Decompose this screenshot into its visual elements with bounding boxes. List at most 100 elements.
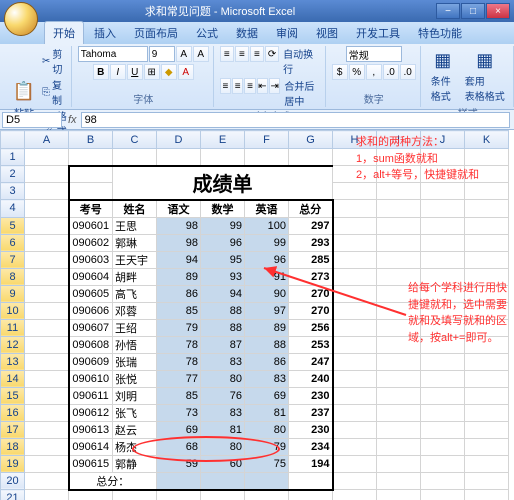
cell[interactable]: 68 [157, 438, 201, 455]
tab-dev[interactable]: 开发工具 [348, 22, 408, 44]
cell[interactable]: 96 [201, 234, 245, 251]
cell[interactable]: 090607 [69, 319, 113, 336]
cell[interactable]: 237 [289, 404, 333, 421]
cell[interactable]: 090615 [69, 455, 113, 472]
cell[interactable]: 256 [289, 319, 333, 336]
cell[interactable]: 85 [157, 302, 201, 319]
cell[interactable]: 99 [245, 234, 289, 251]
copy-button[interactable]: ⎘ 复制 [42, 77, 67, 107]
cell[interactable]: 83 [201, 353, 245, 370]
font-color-button[interactable]: A [178, 64, 194, 80]
cell[interactable]: 297 [289, 217, 333, 234]
cell[interactable]: 97 [245, 302, 289, 319]
cell[interactable]: 邓蓉 [113, 302, 157, 319]
col-header[interactable]: D [157, 131, 201, 149]
cell[interactable]: 090604 [69, 268, 113, 285]
col-header[interactable]: C [113, 131, 157, 149]
cell[interactable]: 60 [201, 455, 245, 472]
cell[interactable]: 270 [289, 285, 333, 302]
col-header[interactable]: B [69, 131, 113, 149]
italic-button[interactable]: I [110, 64, 126, 80]
cut-button[interactable]: ✂ 剪切 [42, 46, 67, 76]
cell[interactable]: 88 [201, 302, 245, 319]
tab-layout[interactable]: 页面布局 [126, 22, 186, 44]
cell[interactable]: 85 [157, 387, 201, 404]
cell[interactable]: 090606 [69, 302, 113, 319]
office-orb-button[interactable] [4, 2, 38, 36]
cell[interactable]: 253 [289, 336, 333, 353]
align-center-button[interactable]: ≡ [232, 78, 243, 94]
cell[interactable]: 91 [245, 268, 289, 285]
cell[interactable]: 247 [289, 353, 333, 370]
cell[interactable]: 090602 [69, 234, 113, 251]
cell[interactable]: 98 [157, 217, 201, 234]
cell[interactable]: 89 [245, 319, 289, 336]
cell[interactable]: 285 [289, 251, 333, 268]
font-size-select[interactable] [149, 46, 175, 62]
cell[interactable]: 75 [245, 455, 289, 472]
cell[interactable]: 77 [157, 370, 201, 387]
cell[interactable]: 090609 [69, 353, 113, 370]
align-top-button[interactable]: ≡ [220, 46, 234, 62]
font-name-select[interactable] [78, 46, 148, 62]
cell[interactable]: 81 [201, 421, 245, 438]
worksheet-grid[interactable]: ABCDEFGHIJK12成绩单34考号姓名语文数学英语总分5090601王思9… [0, 130, 514, 500]
cell[interactable]: 230 [289, 387, 333, 404]
tab-formulas[interactable]: 公式 [188, 22, 226, 44]
cell[interactable]: 240 [289, 370, 333, 387]
name-box[interactable] [2, 112, 62, 128]
cell[interactable]: 86 [157, 285, 201, 302]
cell[interactable]: 69 [157, 421, 201, 438]
cell[interactable]: 69 [245, 387, 289, 404]
cell[interactable]: 赵云 [113, 421, 157, 438]
cell[interactable]: 090611 [69, 387, 113, 404]
indent-dec-button[interactable]: ⇤ [257, 78, 268, 94]
cell[interactable]: 59 [157, 455, 201, 472]
cell[interactable]: 78 [157, 353, 201, 370]
cell[interactable]: 96 [245, 251, 289, 268]
shrink-font-button[interactable]: A [193, 46, 209, 62]
align-bot-button[interactable]: ≡ [250, 46, 264, 62]
col-header[interactable]: G [289, 131, 333, 149]
cell[interactable]: 090605 [69, 285, 113, 302]
comma-button[interactable]: , [366, 64, 382, 80]
cell[interactable]: 81 [245, 404, 289, 421]
cell[interactable]: 79 [245, 438, 289, 455]
indent-inc-button[interactable]: ⇥ [269, 78, 280, 94]
cell[interactable]: 刘明 [113, 387, 157, 404]
cell[interactable]: 090613 [69, 421, 113, 438]
cell[interactable]: 86 [245, 353, 289, 370]
cell[interactable]: 88 [245, 336, 289, 353]
border-button[interactable]: ⊞ [144, 64, 160, 80]
fx-icon[interactable]: fx [64, 114, 81, 126]
cell[interactable]: 273 [289, 268, 333, 285]
cell[interactable]: 高飞 [113, 285, 157, 302]
tab-view[interactable]: 视图 [308, 22, 346, 44]
cell[interactable]: 98 [157, 234, 201, 251]
cell[interactable]: 78 [157, 336, 201, 353]
wrap-button[interactable]: 自动换行 [280, 46, 321, 76]
table-format-button[interactable]: ▦套用 表格格式 [461, 46, 509, 105]
close-button[interactable]: × [486, 3, 510, 19]
cell[interactable]: 90 [245, 285, 289, 302]
col-header[interactable]: E [201, 131, 245, 149]
minimize-button[interactable]: − [436, 3, 460, 19]
number-format-select[interactable] [346, 46, 402, 62]
cell[interactable]: 80 [245, 421, 289, 438]
cell[interactable]: 杨杰 [113, 438, 157, 455]
currency-button[interactable]: $ [332, 64, 348, 80]
cell[interactable]: 郭琳 [113, 234, 157, 251]
align-mid-button[interactable]: ≡ [235, 46, 249, 62]
cond-format-button[interactable]: ▦条件格式 [427, 46, 459, 105]
merge-button[interactable]: 合并后居中 [281, 78, 320, 108]
tab-data[interactable]: 数据 [228, 22, 266, 44]
cell[interactable]: 94 [201, 285, 245, 302]
col-header[interactable]: F [245, 131, 289, 149]
cell[interactable]: 230 [289, 421, 333, 438]
row-header[interactable]: 1 [1, 149, 25, 166]
cell[interactable]: 张悦 [113, 370, 157, 387]
cell[interactable]: 80 [201, 438, 245, 455]
cell[interactable]: 87 [201, 336, 245, 353]
tab-home[interactable]: 开始 [44, 21, 84, 44]
col-header[interactable]: A [25, 131, 69, 149]
